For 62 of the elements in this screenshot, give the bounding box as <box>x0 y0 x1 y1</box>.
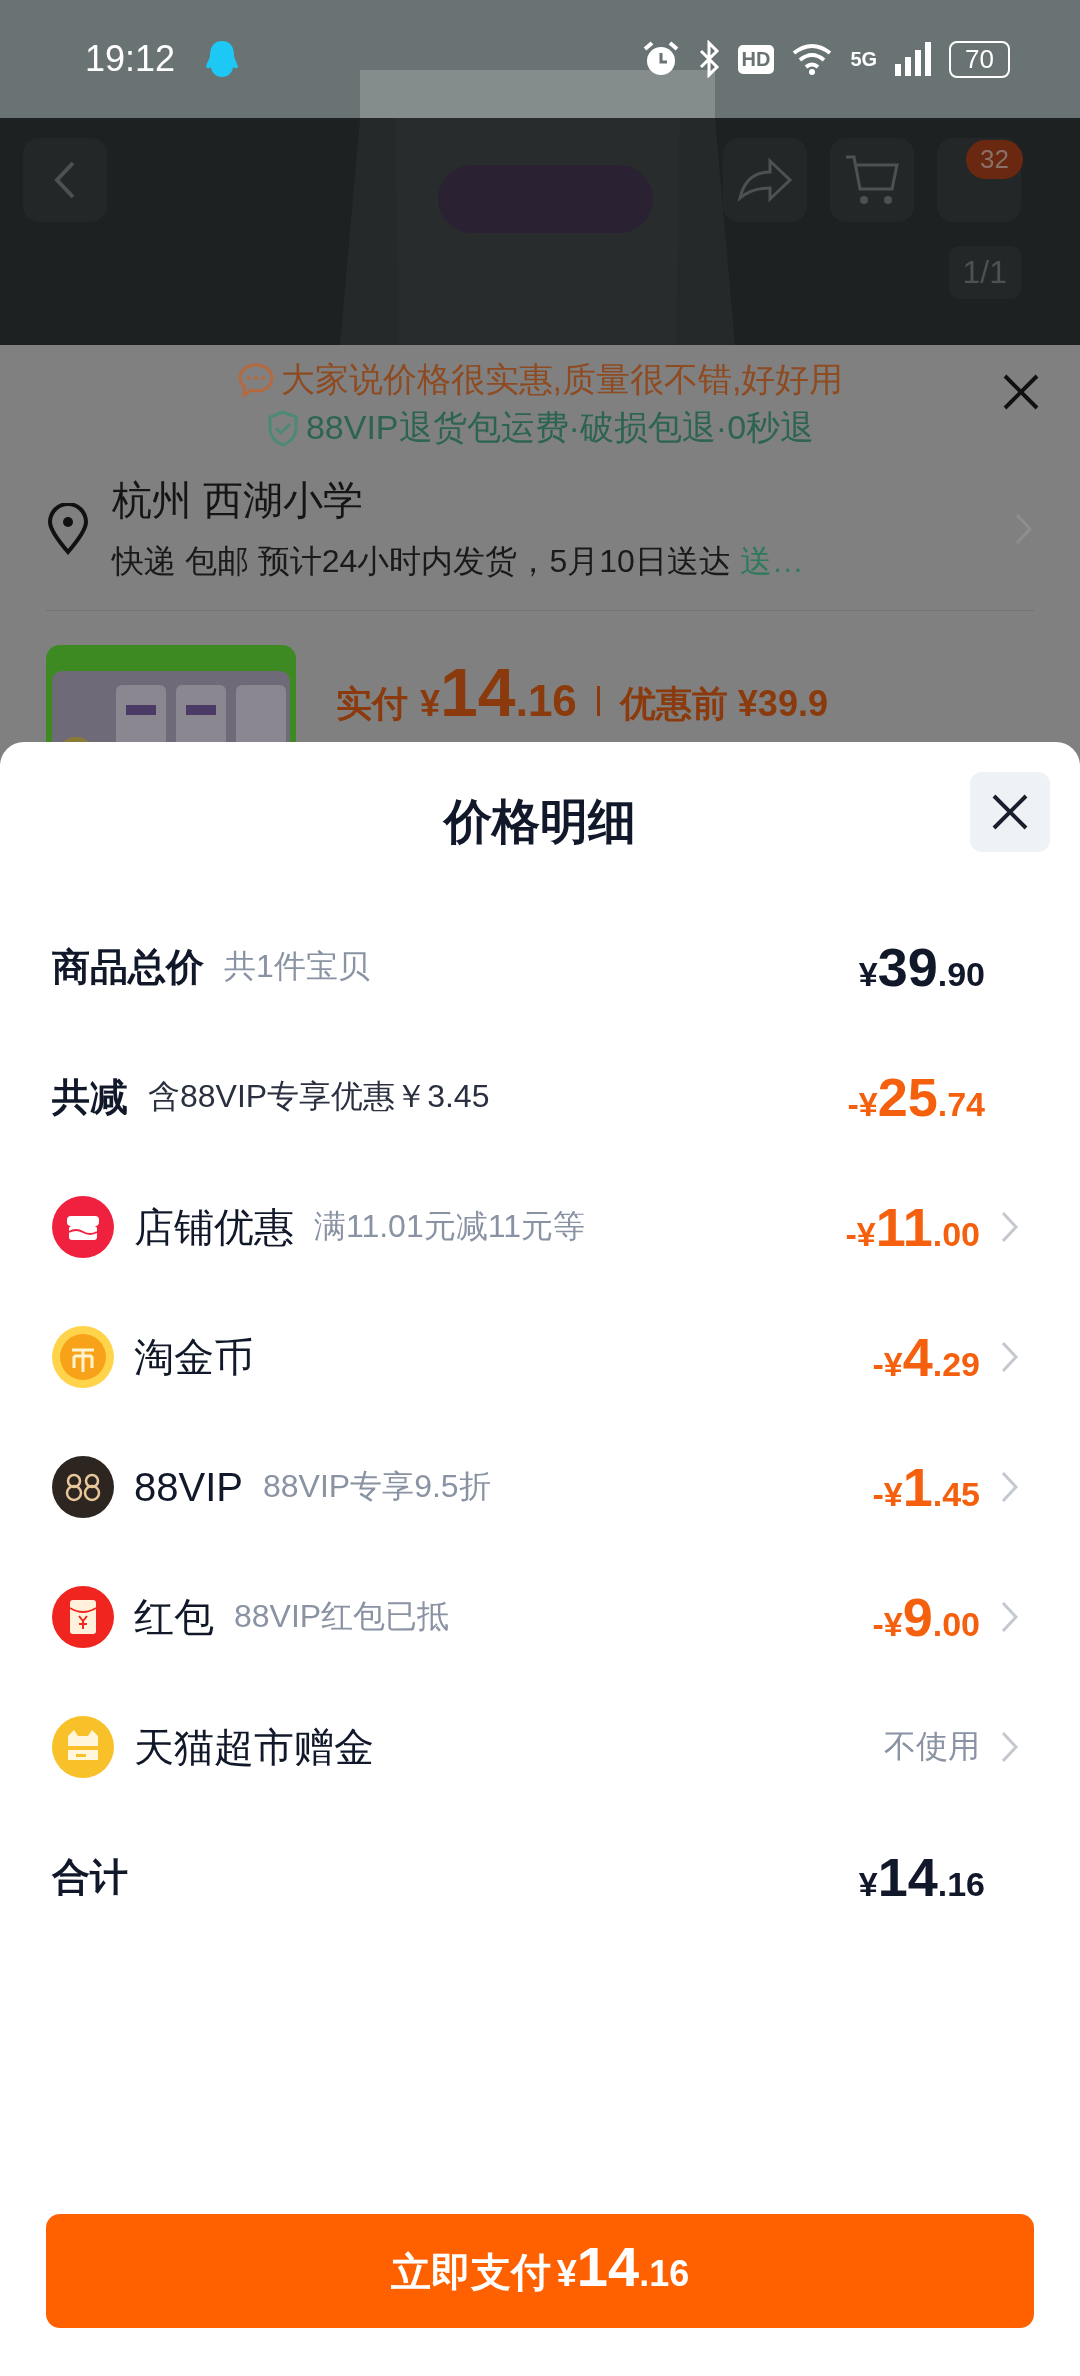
share-icon <box>737 158 793 202</box>
price-amount: ¥39.90 <box>858 936 985 998</box>
back-button[interactable] <box>23 138 107 222</box>
row-note: 共1件宝贝 <box>224 947 371 986</box>
delivery-info: 快递 包邮 预计24小时内发货，5月10日送达 送… <box>112 542 805 581</box>
wifi-icon <box>792 43 833 75</box>
guarantee-text: 88VIP退货包运费·破损包退·0秒退 <box>305 407 815 448</box>
battery-indicator: 70 <box>949 40 1010 78</box>
chat-bubble-icon <box>236 362 275 398</box>
discount-row[interactable]: 88VIP 88VIP专享9.5折 -¥1.45 <box>0 1422 1080 1552</box>
price-amount: -¥9.00 <box>872 1586 980 1648</box>
row-label: 天猫超市赠金 <box>134 1723 374 1771</box>
chevron-right-icon <box>1000 1730 1020 1764</box>
discount-row[interactable]: 天猫超市赠金 不使用 <box>0 1682 1080 1812</box>
discount-row[interactable]: 店铺优惠 满11.01元减11元等 -¥11.00 <box>0 1162 1080 1292</box>
price-summary: 实付 ¥14.16 优惠前 ¥39.9 <box>336 653 828 732</box>
row-label: 88VIP <box>134 1464 243 1510</box>
signal-icon <box>895 42 932 76</box>
row-value: 不使用 <box>884 1727 980 1766</box>
cart-icon <box>844 153 900 207</box>
row-label: 店铺优惠 <box>134 1203 294 1251</box>
coin-icon <box>52 1326 114 1388</box>
chevron-right-icon <box>1000 1340 1020 1374</box>
price-amount: -¥1.45 <box>872 1456 980 1518</box>
row-label: 商品总价 <box>52 944 204 990</box>
share-button[interactable] <box>723 138 807 222</box>
sheet-title: 价格明细 <box>444 794 636 850</box>
row-label: 合计 <box>52 1854 128 1900</box>
cart-button[interactable] <box>830 138 914 222</box>
close-button[interactable] <box>970 772 1050 852</box>
row-label: 共减 <box>52 1074 128 1120</box>
chevron-right-icon <box>1000 1470 1020 1504</box>
shop-icon <box>52 1196 114 1258</box>
price-amount: ¥14.16 <box>858 1846 985 1908</box>
alarm-clock-icon <box>641 40 680 78</box>
row-note: 满11.01元减11元等 <box>314 1207 586 1246</box>
close-icon <box>1002 373 1040 411</box>
price-amount: -¥4.29 <box>872 1326 980 1388</box>
delivery-address: 杭州 西湖小学 <box>112 477 365 524</box>
row-note: 88VIP专享9.5折 <box>262 1467 492 1506</box>
penguin-icon <box>205 39 240 79</box>
review-summary: 大家说价格很实惠,质量很不错,好好用 <box>280 359 844 400</box>
row-label: 淘金币 <box>134 1333 254 1381</box>
row-note: 88VIP红包已抵 <box>234 1597 451 1636</box>
vip-icon <box>52 1456 114 1518</box>
discount-row[interactable]: 淘金币 -¥4.29 <box>0 1292 1080 1422</box>
gift-card-icon <box>52 1716 114 1778</box>
row-label: 红包 <box>134 1593 214 1641</box>
envelope-icon <box>52 1586 114 1648</box>
notification-badge: 32 <box>966 140 1023 179</box>
price-amount: -¥11.00 <box>845 1196 980 1258</box>
back-icon <box>53 160 77 200</box>
status-time: 19:12 <box>85 38 176 80</box>
network-type: 5G <box>850 47 878 71</box>
row-note: 含88VIP专享优惠￥3.45 <box>148 1077 491 1116</box>
location-pin-icon <box>46 502 90 555</box>
close-icon <box>991 793 1029 831</box>
discount-row[interactable]: 红包 88VIP红包已抵 -¥9.00 <box>0 1552 1080 1682</box>
chevron-right-icon <box>1000 1600 1020 1634</box>
chevron-right-icon <box>1000 1210 1020 1244</box>
price-amount: -¥25.74 <box>847 1066 985 1128</box>
bluetooth-icon <box>697 40 720 78</box>
